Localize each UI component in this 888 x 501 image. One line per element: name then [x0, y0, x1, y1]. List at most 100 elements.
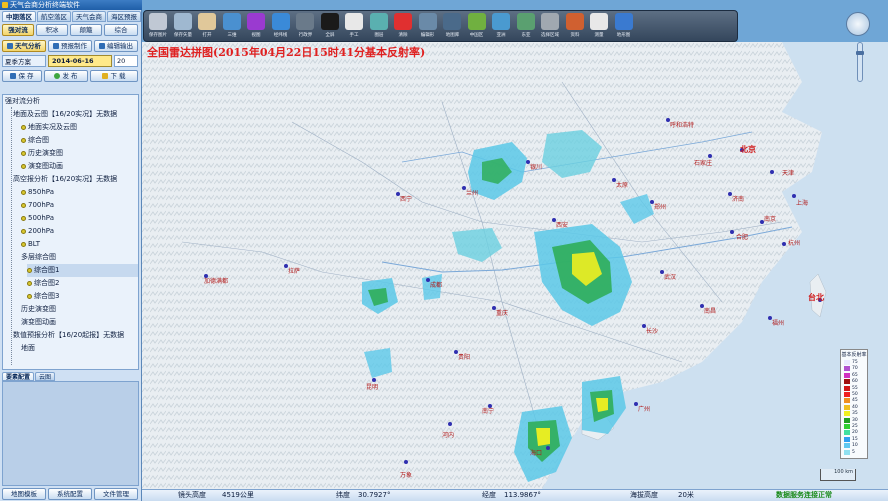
- tree-item[interactable]: 700hPa: [21, 199, 54, 212]
- city-label: 北京: [740, 145, 756, 154]
- download-button[interactable]: 下 载: [90, 70, 138, 82]
- file-manage-button[interactable]: 文件管理: [94, 488, 138, 500]
- toolbar-button-3d[interactable]: 三维: [220, 13, 245, 41]
- tree-item[interactable]: 高空报分析【16/20实况】无数据: [13, 173, 117, 186]
- toolbar-button-terrain[interactable]: 地形图: [612, 13, 637, 41]
- city-label: 重庆: [496, 310, 509, 317]
- publish-button[interactable]: 发 布: [44, 70, 88, 82]
- city-label: 贵阳: [458, 354, 471, 361]
- tree-item[interactable]: 历史演变图: [21, 303, 56, 316]
- tree-item[interactable]: 地面实况及云图: [21, 121, 77, 134]
- tab-aviation[interactable]: 航空落区: [37, 11, 71, 22]
- tree-item[interactable]: 演变图动画: [21, 160, 63, 173]
- system-config-button[interactable]: 系统配置: [48, 488, 92, 500]
- analysis-tree: 强对流分析 地面及云图【16/20实况】无数据 地面实况及云图 综合图 历史演变…: [2, 94, 139, 370]
- tree-item[interactable]: 数值预报分析【16/20起报】无数据: [13, 329, 124, 342]
- mode-convection-button[interactable]: 强对流: [2, 24, 34, 36]
- city-label: 昆明: [366, 384, 379, 391]
- tree-item[interactable]: 多层综合图: [21, 251, 56, 264]
- zoom-slider[interactable]: [856, 42, 864, 82]
- city-dot: [404, 460, 408, 464]
- toolbar-button-save-vector[interactable]: 保存矢量: [171, 13, 196, 41]
- toolbar-label: 视图: [251, 32, 261, 38]
- toolbar-button-location[interactable]: 行政界: [293, 13, 318, 41]
- toolbar-button-hand[interactable]: 手工: [342, 13, 367, 41]
- scheme-select[interactable]: 夏季方案: [2, 55, 46, 67]
- layer-dot-icon: [27, 281, 32, 286]
- toolbar-button-open[interactable]: 打开: [195, 13, 220, 41]
- tree-item[interactable]: 综合图: [21, 134, 49, 147]
- tree-item[interactable]: 200hPa: [21, 225, 54, 238]
- tree-item[interactable]: 地面及云图【16/20实况】无数据: [13, 108, 117, 121]
- layer-dot-icon: [27, 268, 32, 273]
- mode-composite-button[interactable]: 综合: [104, 24, 138, 36]
- toolbar-button-save-image[interactable]: 保存图片: [146, 13, 171, 41]
- save-vector-icon: [173, 13, 192, 30]
- map-toolbar: 保存图片 保存矢量 打开 三维 视图 经纬线 行政界 全屏 手工 图层 清除 编辑形 地图库 中国区 亚洲 东…: [143, 10, 738, 42]
- tree-item[interactable]: BLT: [21, 238, 40, 251]
- city-label: 成都: [430, 282, 443, 289]
- toolbar-button-monitor[interactable]: 全屏: [318, 13, 343, 41]
- toolbar-button-edit-shape[interactable]: 编辑形: [416, 13, 441, 41]
- china-map-icon: [467, 13, 486, 30]
- tree-item[interactable]: 500hPa: [21, 212, 54, 225]
- tree-item[interactable]: 综合图2: [27, 277, 59, 290]
- tree-item[interactable]: 地面: [21, 342, 35, 355]
- toolbar-button-data[interactable]: 资料: [563, 13, 588, 41]
- tree-item[interactable]: 850hPa: [21, 186, 54, 199]
- status-bar: 镜头高度 4519公里 纬度 30.7927° 经度 113.9867° 海拔高…: [142, 489, 888, 501]
- city-label: 银川: [530, 164, 543, 171]
- toolbar-button-east-asia-map[interactable]: 东亚: [514, 13, 539, 41]
- tab-consultation[interactable]: 天气会商: [72, 11, 106, 22]
- weather-analysis-button[interactable]: 天气分析: [2, 40, 46, 52]
- tree-item[interactable]: 演变图动画: [21, 316, 56, 329]
- legend-swatch: [844, 430, 850, 436]
- legend-swatch: [844, 398, 850, 404]
- save-button[interactable]: 保 存: [2, 70, 42, 82]
- toolbar-button-measure[interactable]: 测量: [587, 13, 612, 41]
- layer-dot-icon: [21, 242, 26, 247]
- mode-turbulence-button[interactable]: 颠簸: [70, 24, 102, 36]
- tab-sea-area[interactable]: 海区预报: [107, 11, 141, 22]
- toolbar-button-globe[interactable]: 经纬线: [269, 13, 294, 41]
- layer-dot-icon: [21, 203, 26, 208]
- date-picker[interactable]: 2014-06-16: [48, 55, 112, 67]
- edit-output-button[interactable]: 编辑输出: [94, 40, 138, 52]
- compass-icon[interactable]: [846, 12, 870, 36]
- tab-element-config[interactable]: 要素配置: [2, 372, 35, 381]
- city-label: 太原: [616, 182, 629, 189]
- toolbar-label: 亚洲: [496, 32, 506, 38]
- forecast-make-button[interactable]: 预报制作: [48, 40, 92, 52]
- mode-icing-button[interactable]: 积冰: [36, 24, 68, 36]
- tree-item[interactable]: 历史演变图: [21, 147, 63, 160]
- monitor-icon: [320, 13, 339, 30]
- tab-mid-term[interactable]: 中期落区: [2, 11, 36, 22]
- tree-root[interactable]: 强对流分析: [5, 95, 40, 108]
- toolbar-button-china-map[interactable]: 中国区: [465, 13, 490, 41]
- toolbar-button-select-area[interactable]: 选择区域: [538, 13, 563, 41]
- map-library-icon: [443, 13, 462, 30]
- tab-cloud[interactable]: 云图: [35, 372, 56, 381]
- toolbar-button-layers[interactable]: 图层: [367, 13, 392, 41]
- map-template-button[interactable]: 地图模板: [2, 488, 46, 500]
- city-label: 西宁: [400, 196, 413, 203]
- city-label: 南宁: [482, 408, 495, 415]
- 3d-icon: [222, 13, 241, 30]
- east-asia-map-icon: [516, 13, 535, 30]
- toolbar-button-asia-map[interactable]: 亚洲: [489, 13, 514, 41]
- city-label: 南京: [764, 216, 777, 223]
- toolbar-label: 保存矢量: [173, 32, 192, 38]
- toolbar-button-map-library[interactable]: 地图库: [440, 13, 465, 41]
- hour-select[interactable]: 20: [114, 55, 138, 67]
- legend-swatch: [844, 372, 850, 378]
- forecast-icon: [53, 43, 59, 49]
- zoom-thumb[interactable]: [856, 51, 864, 55]
- radar-map[interactable]: 全国雷达拼图(2015年04月22日15时41分基本反射率) 北京 天津 石家庄…: [142, 42, 888, 489]
- tree-item[interactable]: 综合图3: [27, 290, 59, 303]
- tree-item-selected[interactable]: 综合图1: [27, 264, 138, 277]
- toolbar-button-clear[interactable]: 清除: [391, 13, 416, 41]
- toolbar-button-view[interactable]: 视图: [244, 13, 269, 41]
- city-label: 南昌: [704, 308, 717, 315]
- city-label: 济南: [732, 196, 745, 203]
- legend-value: 50: [852, 392, 858, 397]
